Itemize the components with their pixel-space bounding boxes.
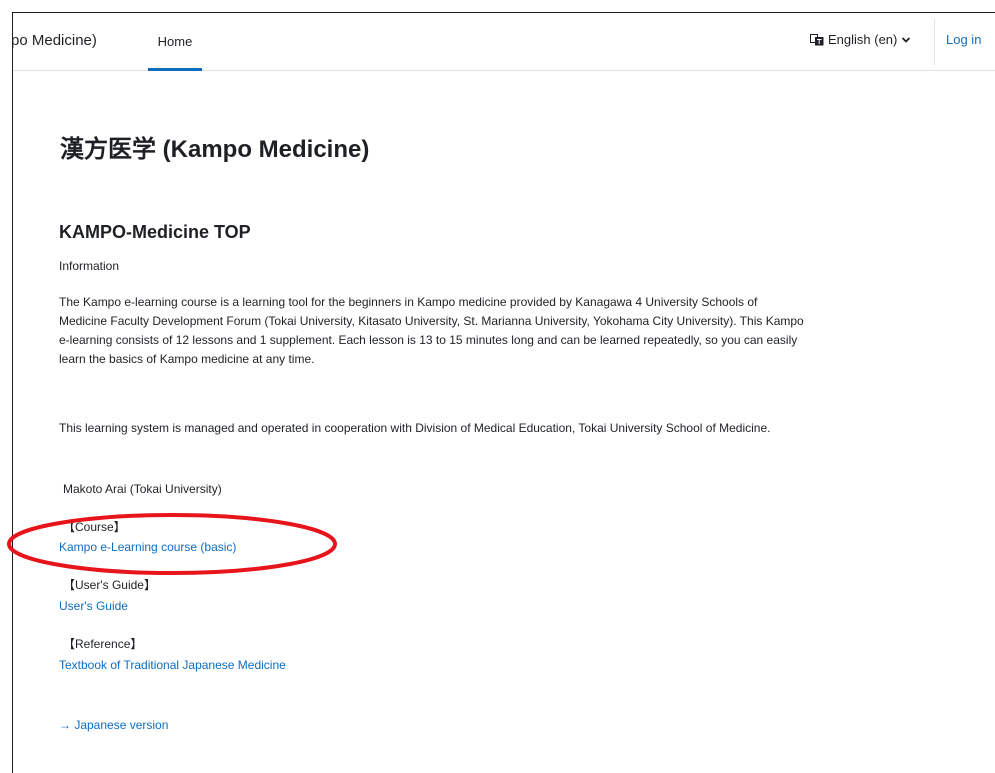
course-description: The Kampo e-learning course is a learnin… [59, 295, 804, 366]
browser-page: po Medicine) Home English (en) Log in 漢方… [12, 12, 995, 773]
users-guide-heading: 【User's Guide】 [63, 578, 156, 592]
language-menu[interactable]: English (en) [810, 32, 911, 47]
language-icon [810, 33, 824, 45]
language-label: English (en) [828, 32, 898, 47]
site-name[interactable]: po Medicine) [13, 32, 97, 49]
page-title: 漢方医学 (Kampo Medicine) [60, 136, 370, 163]
section-title: KAMPO-Medicine TOP [59, 222, 251, 242]
reference-heading: 【Reference】 [63, 637, 143, 651]
nav-home-link[interactable]: Home [148, 13, 202, 71]
chevron-down-icon [902, 36, 911, 43]
login-link[interactable]: Log in [946, 32, 981, 47]
japanese-version-link[interactable]: → Japanese version [59, 716, 168, 735]
information-label: Information [59, 259, 120, 273]
navbar-divider [934, 19, 935, 65]
course-heading: 【Course】 [63, 520, 126, 534]
author-credit: Makoto Arai (Tokai University) [63, 482, 222, 496]
navbar: po Medicine) Home English (en) Log in [13, 13, 995, 71]
users-guide-link[interactable]: User's Guide [59, 597, 128, 616]
reference-link[interactable]: Textbook of Traditional Japanese Medicin… [59, 656, 286, 675]
course-link[interactable]: Kampo e-Learning course (basic) [59, 538, 236, 557]
management-note: This learning system is managed and oper… [59, 421, 771, 435]
